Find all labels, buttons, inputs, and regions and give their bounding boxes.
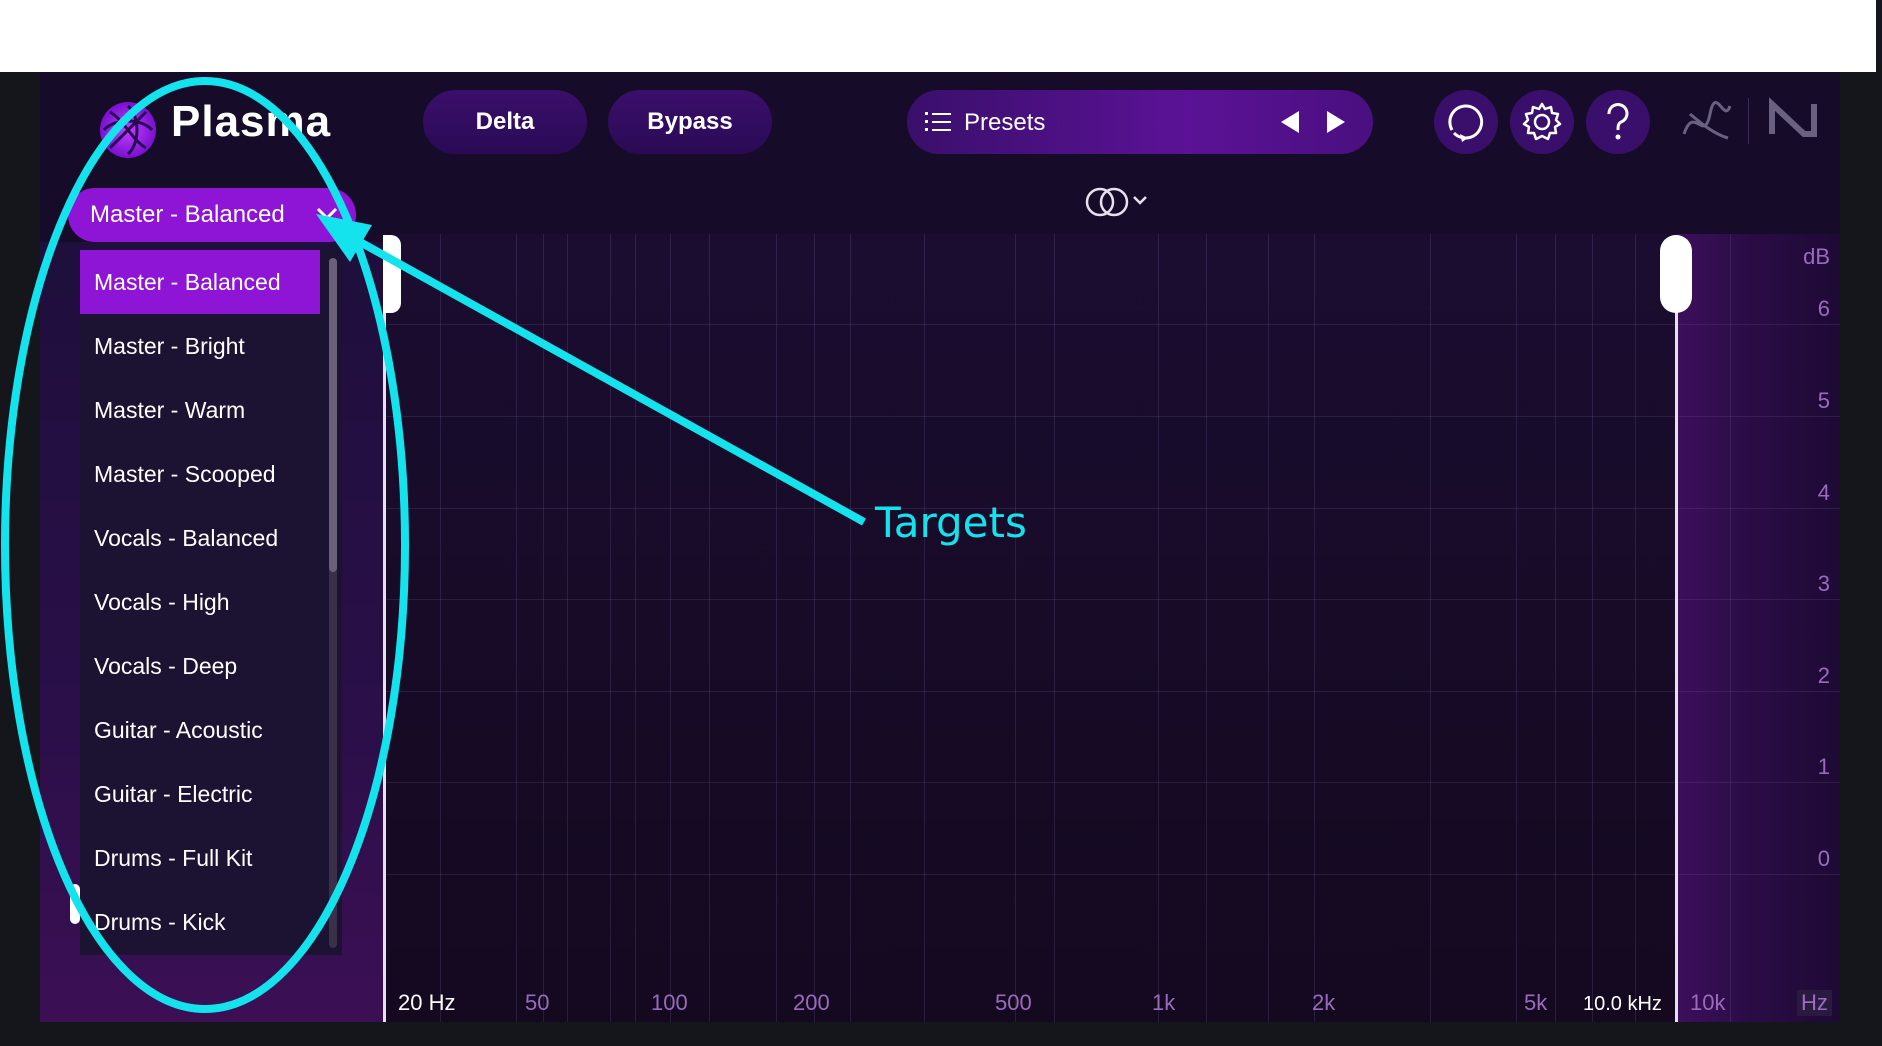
grid-line	[709, 234, 710, 1022]
frequency-graph[interactable]	[383, 234, 1840, 1022]
high-frequency-handle[interactable]	[1660, 235, 1692, 313]
grid-line	[567, 234, 568, 1022]
grid-line	[1516, 234, 1517, 1022]
dropdown-option-master-balanced[interactable]: Master - Balanced	[80, 250, 320, 314]
annotation-targets-label: Targets	[875, 498, 1027, 547]
dropdown-option-drums-full-kit[interactable]: Drums - Full Kit	[80, 826, 320, 890]
target-dropdown-menu: Master - Balanced Master - Bright Master…	[80, 250, 342, 955]
db-unit-label: dB	[1803, 244, 1830, 269]
grid-line	[1635, 234, 1636, 1022]
grid-line	[516, 234, 517, 1022]
help-button[interactable]	[1586, 90, 1650, 154]
dropdown-option-vocals-balanced[interactable]: Vocals - Balanced	[80, 506, 320, 570]
dropdown-option-master-warm[interactable]: Master - Warm	[80, 378, 320, 442]
grid-line	[543, 234, 544, 1022]
grid-line	[1015, 234, 1016, 1022]
db-tick-label: 5	[1817, 388, 1830, 413]
dropdown-scrollbar-thumb[interactable]	[329, 258, 337, 572]
grid-line	[383, 599, 1840, 600]
presets-label: Presets	[964, 109, 1046, 136]
db-tick-label: 4	[1817, 480, 1830, 505]
grid-line	[383, 691, 1840, 692]
plasma-logo-icon	[100, 102, 156, 158]
graph-right-band	[1676, 234, 1840, 1022]
stereo-link-icon[interactable]	[1082, 184, 1158, 220]
dropdown-option-vocals-high[interactable]: Vocals - High	[80, 570, 320, 634]
hz-tick-label: 10k	[1690, 990, 1726, 1015]
db-tick-label: 2	[1817, 663, 1830, 688]
db-tick-label: 3	[1817, 571, 1830, 596]
grid-line	[924, 234, 925, 1022]
grid-line	[1054, 234, 1055, 1022]
grid-line	[670, 234, 671, 1022]
grid-line	[1430, 234, 1431, 1022]
grid-line	[1268, 234, 1269, 1022]
plasma-plugin-window: Plasma Delta Bypass Presets dB 6 5 4 3 2…	[40, 72, 1840, 1022]
delta-button[interactable]: Delta	[423, 90, 587, 154]
ni-logo-icon[interactable]	[1768, 94, 1822, 144]
screenshot-right-edge	[1876, 0, 1882, 1046]
grid-line	[1158, 234, 1159, 1022]
toolbar-divider	[1748, 98, 1749, 144]
help-icon	[1607, 103, 1629, 140]
grid-line	[1592, 234, 1593, 1022]
dropdown-option-guitar-electric[interactable]: Guitar - Electric	[80, 762, 320, 826]
dropdown-option-master-bright[interactable]: Master - Bright	[80, 314, 320, 378]
grid-line	[850, 234, 851, 1022]
grid-line	[383, 782, 1840, 783]
target-dropdown-value: Master - Balanced	[90, 201, 285, 228]
dropdown-option-vocals-deep[interactable]: Vocals - Deep	[80, 634, 320, 698]
next-preset-icon[interactable]	[1325, 109, 1347, 135]
hz-unit-label: Hz	[1797, 990, 1832, 1016]
grid-line	[1730, 234, 1731, 1022]
high-frequency-marker-line[interactable]	[1675, 297, 1678, 1022]
hz-tick-label: 2k	[1312, 990, 1336, 1015]
grid-line	[383, 416, 1840, 417]
db-tick-label: 6	[1817, 296, 1830, 321]
target-dropdown[interactable]: Master - Balanced	[68, 188, 356, 242]
grid-line	[383, 874, 1840, 875]
grid-line	[1314, 234, 1315, 1022]
dropdown-option-drums-kick[interactable]: Drums - Kick	[80, 890, 320, 954]
hz-tick-label: 5k	[1524, 990, 1548, 1015]
grid-line	[383, 508, 1840, 509]
dropdown-option-guitar-acoustic[interactable]: Guitar - Acoustic	[80, 698, 320, 762]
hz-tick-label: 50	[525, 990, 550, 1015]
gear-icon	[1522, 102, 1562, 141]
grid-line	[814, 234, 815, 1022]
list-icon	[925, 112, 951, 131]
grid-line	[383, 324, 1840, 325]
previous-preset-icon[interactable]	[1279, 109, 1301, 135]
grid-line	[776, 234, 777, 1022]
hz-tick-label: 1k	[1152, 990, 1176, 1015]
hz-tick-label: 200	[793, 990, 830, 1015]
screenshot-top-margin	[0, 0, 1882, 72]
db-tick-label: 0	[1817, 846, 1830, 871]
grid-line	[440, 234, 441, 1022]
plasma-logo-text: Plasma	[171, 97, 332, 146]
presets-bar[interactable]: Presets	[907, 90, 1373, 154]
bypass-button[interactable]: Bypass	[608, 90, 772, 154]
slider-handle[interactable]	[70, 884, 80, 924]
chevron-down-icon	[316, 207, 338, 221]
hz-tick-label: 500	[995, 990, 1032, 1015]
grid-line	[610, 234, 611, 1022]
low-frequency-marker-line[interactable]	[383, 297, 386, 1022]
dropdown-option-master-scooped[interactable]: Master - Scooped	[80, 442, 320, 506]
db-tick-label: 1	[1817, 754, 1830, 779]
grid-line	[635, 234, 636, 1022]
hz-tick-label: 100	[651, 990, 688, 1015]
hz-tick-label: 20 Hz	[398, 990, 456, 1015]
low-frequency-handle[interactable]	[383, 235, 401, 313]
grid-line	[1206, 234, 1207, 1022]
grid-line	[1555, 234, 1556, 1022]
history-button[interactable]	[1434, 90, 1498, 154]
frequency-marker-readout: 10.0 kHz	[1583, 993, 1662, 1015]
settings-button[interactable]	[1510, 90, 1574, 154]
signature-icon[interactable]	[1680, 94, 1734, 148]
history-icon	[1448, 104, 1484, 142]
